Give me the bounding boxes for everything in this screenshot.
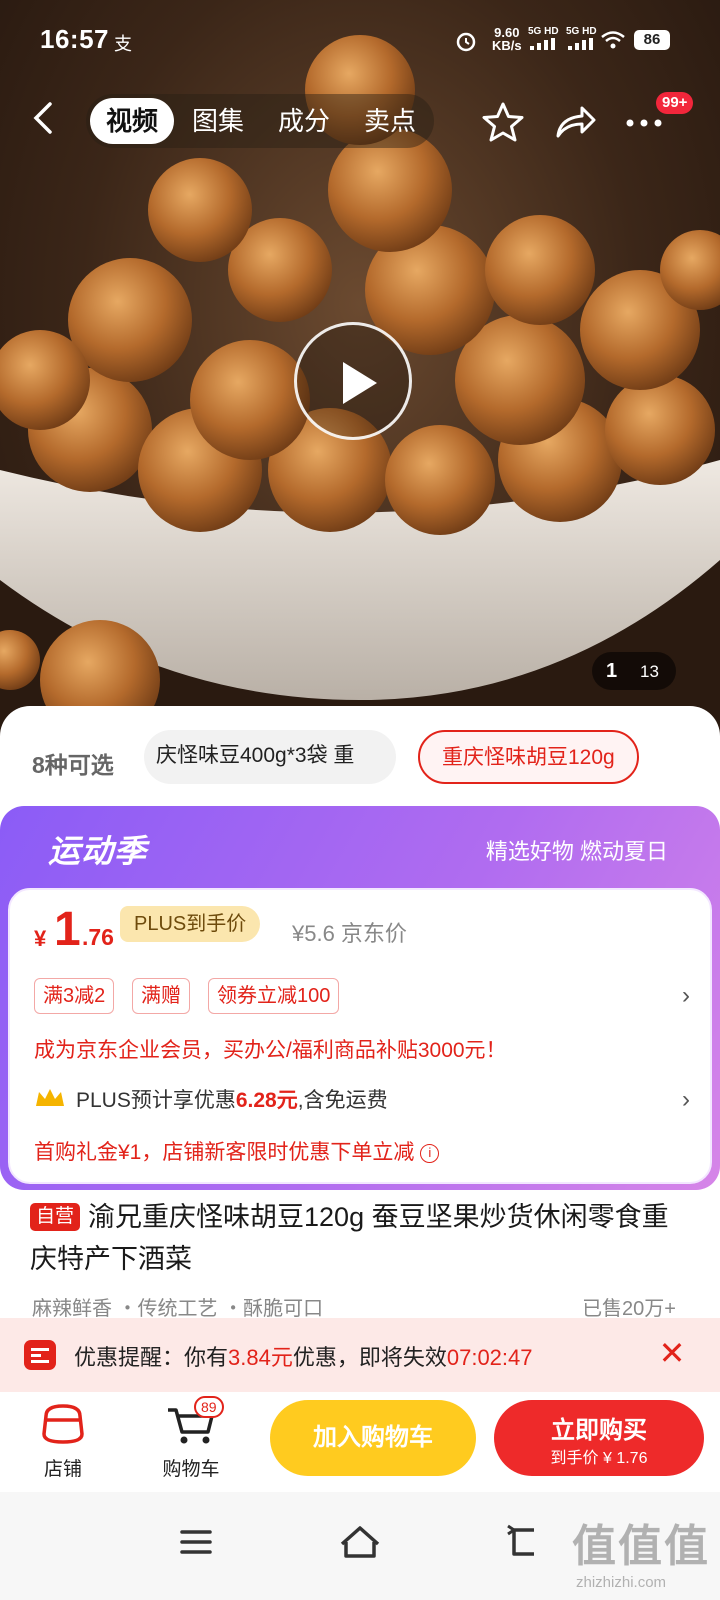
tab-video[interactable]: 视频: [90, 98, 174, 144]
shop-button[interactable]: 店铺: [18, 1398, 108, 1480]
variant-chip[interactable]: 庆怪味豆400g*3袋 重: [144, 730, 396, 784]
play-video-button[interactable]: [294, 322, 412, 440]
jd-logo-icon: [24, 1340, 56, 1370]
product-title: 自营 渝兄重庆怪味胡豆120g 蚕豆坚果炒货休闲零食重庆特产下酒菜: [30, 1196, 690, 1280]
chevron-right-icon[interactable]: ›: [682, 1086, 690, 1114]
battery-level: 86: [634, 30, 670, 50]
gallery-counter: 1 13: [592, 652, 676, 690]
plus-price-badge: PLUS到手价: [120, 906, 261, 942]
original-price: ¥5.6 京东价: [292, 921, 407, 946]
crown-icon: [36, 1089, 64, 1106]
promo-tag[interactable]: 满赠: [132, 978, 190, 1014]
reminder-text: 优惠提醒：你有3.84元优惠，即将失效07:02:47: [74, 1345, 533, 1370]
chevron-right-icon[interactable]: ›: [682, 982, 690, 1010]
variant-chip-selected[interactable]: 重庆怪味胡豆120g: [418, 730, 639, 784]
product-title-text: 渝兄重庆怪味胡豆120g 蚕豆坚果炒货休闲零食重庆特产下酒菜: [30, 1202, 669, 1274]
back-button[interactable]: [28, 98, 68, 148]
gallery-total: 13: [640, 662, 659, 681]
favorite-button[interactable]: [478, 98, 528, 148]
signal-1-label: 5G HD: [528, 26, 559, 37]
buy-now-price: 到手价 ¥ 1.76: [550, 1450, 648, 1467]
info-icon[interactable]: i: [420, 1144, 440, 1163]
signal-2-icon: [568, 38, 593, 50]
price-currency: ¥: [34, 926, 47, 951]
cart-label: 购物车: [162, 1459, 220, 1480]
alarm-icon: [456, 32, 476, 52]
shop-icon: [42, 1404, 84, 1444]
signal-1-icon: [530, 38, 555, 50]
alipay-notification-icon: 支: [114, 34, 132, 54]
promo-tag[interactable]: 领券立减100: [208, 978, 340, 1014]
buy-now-label: 立即购买: [551, 1417, 647, 1444]
sold-count: 已售20万+: [582, 1298, 676, 1320]
self-operated-tag: 自营: [30, 1203, 81, 1231]
status-bar: 16:57 支 9.60 KB/s 5G HD 5G HD 86: [0, 0, 720, 80]
wifi-icon: [601, 31, 625, 49]
tab-selling-points[interactable]: 卖点: [350, 94, 430, 148]
tab-gallery[interactable]: 图集: [178, 94, 258, 148]
media-tabs: 视频 图集 成分 卖点: [86, 94, 434, 148]
gallery-current: 1: [606, 660, 618, 682]
add-to-cart-button[interactable]: 加入购物车: [270, 1400, 476, 1476]
price-panel: ¥ 1 .76 PLUS到手价 ¥5.6 京东价 满3减2 满赠 领券立减100…: [8, 888, 712, 1184]
message-badge: 99+: [656, 92, 694, 114]
home-icon[interactable]: [330, 1512, 390, 1572]
promo-event-card: 运动季 精选好物 燃动夏日 ¥ 1 .76 PLUS到手价 ¥5.6 京东价 满…: [0, 806, 720, 1190]
back-arrow-icon: [33, 102, 52, 134]
network-speed: 9.60 KB/s: [492, 25, 522, 53]
variant-count[interactable]: 8种可选: [32, 746, 114, 780]
share-button[interactable]: [550, 98, 600, 148]
close-icon[interactable]: ✕: [654, 1334, 690, 1372]
menu-icon[interactable]: [166, 1512, 226, 1572]
watermark-logo: 值值值: [572, 1522, 710, 1571]
first-purchase-gift: 首购礼金¥1，店铺新客限时优惠下单立减 i: [34, 1136, 440, 1166]
business-member-text[interactable]: 成为京东企业会员，买办公/福利商品补贴3000元！: [34, 1034, 507, 1064]
event-title: 运动季: [48, 833, 148, 869]
tab-ingredients[interactable]: 成分: [264, 94, 344, 148]
back-nav-icon[interactable]: [494, 1512, 554, 1572]
product-features: 麻辣鲜香 ・传统工艺 ・酥脆可口: [32, 1298, 324, 1320]
play-icon: [343, 362, 377, 404]
price-integer: 1: [54, 903, 81, 956]
buy-now-button[interactable]: 立即购买 到手价 ¥ 1.76: [494, 1400, 704, 1476]
event-slogan: 精选好物 燃动夏日: [485, 839, 668, 864]
product-hero-media[interactable]: 16:57 支 9.60 KB/s 5G HD 5G HD 86 视频 图集 成分…: [0, 0, 720, 760]
watermark-url: zhizhizhi.com: [576, 1574, 667, 1591]
bottom-action-bar: 店铺 购物车 89 加入购物车 立即购买 到手价 ¥ 1.76: [0, 1392, 720, 1492]
watermark: 值值值 zhizhizhi.com: [572, 1510, 710, 1591]
plus-discount-line[interactable]: PLUS预计享优惠6.28元,含免运费: [76, 1084, 388, 1114]
signal-2-label: 5G HD: [566, 26, 597, 37]
promo-tag[interactable]: 满3减2: [34, 978, 115, 1014]
price-decimal: .76: [82, 924, 114, 950]
shop-label: 店铺: [43, 1459, 82, 1480]
discount-reminder-bar[interactable]: 优惠提醒：你有3.84元优惠，即将失效07:02:47 ✕: [0, 1318, 720, 1392]
star-icon: [482, 102, 524, 142]
status-time: 16:57: [40, 24, 109, 54]
share-icon: [556, 106, 596, 138]
cart-count-badge: 89: [194, 1396, 224, 1418]
